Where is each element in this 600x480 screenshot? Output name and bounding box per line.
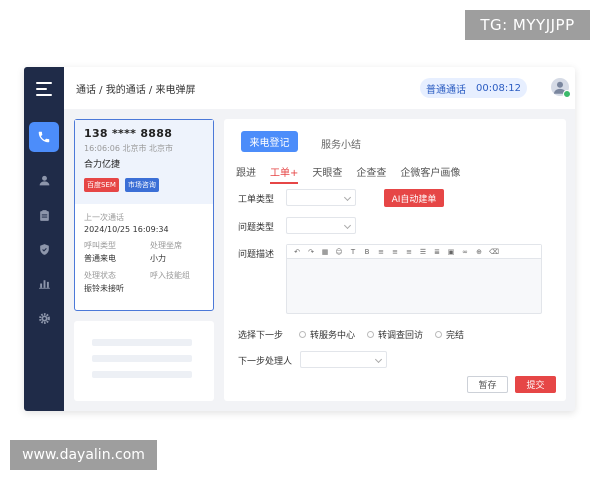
align-center-icon[interactable]: ≡ [391,248,399,256]
submit-button[interactable]: 提交 [515,376,556,393]
chevron-down-icon [374,355,383,364]
subtab-wecom-profile[interactable]: 企微客户画像 [400,164,460,184]
app-window: 通话 / 我的通话 / 来电弹屏 普通通话 00:08:12 138 **** … [24,67,575,411]
status-value: 振铃未接听 [84,284,124,293]
redo-icon[interactable]: ↷ [307,248,315,256]
ticket-type-label: 工单类型 [238,195,275,205]
subtab-follow-up[interactable]: 跟进 [236,164,256,184]
option-complete[interactable]: 完结 [435,328,464,341]
sidebar-item-settings[interactable] [29,303,59,333]
next-handler-label: 下一步处理人 [238,357,293,367]
caller-summary: 138 **** 8888 16:06:06 北京市 北京市 合力亿捷 百度SE… [75,120,213,204]
last-call-label: 上一次通话 [84,213,124,222]
align-right-icon[interactable]: ≡ [405,248,413,256]
agent-value: 小力 [150,254,166,263]
radio-circle [299,331,306,338]
sidebar-item-security[interactable] [29,234,59,264]
sidebar-item-contacts[interactable] [29,165,59,195]
link-icon[interactable]: ∞ [461,248,469,256]
chart-icon [38,279,50,289]
text-icon[interactable]: T [349,248,357,256]
format-icon[interactable]: ▦ [321,248,329,256]
next-step-label: 选择下一步 [238,331,284,341]
skeleton-line [92,355,192,362]
skill-group-label: 呼入技能组 [150,271,190,280]
menu-icon[interactable] [36,82,52,96]
avatar[interactable] [551,78,571,98]
ticket-type-select[interactable] [286,189,356,206]
chevron-down-icon [343,193,352,202]
image-icon[interactable]: ▣ [447,248,455,256]
issue-description-editor[interactable]: ↶ ↷ ▦ ☺ T B ≡ ≡ ≡ ☰ ≣ ▣ ∞ ⊕ ⌫ [286,244,542,314]
caller-company: 合力亿捷 [84,160,121,170]
list-icon[interactable]: ☰ [419,248,427,256]
agent-label: 处理坐席 [150,241,182,250]
indent-icon[interactable]: ≣ [433,248,441,256]
chevron-down-icon [343,221,352,230]
skeleton-line [92,371,192,378]
tab-call-register[interactable]: 来电登记 [241,131,298,152]
editor-toolbar: ↶ ↷ ▦ ☺ T B ≡ ≡ ≡ ☰ ≣ ▣ ∞ ⊕ ⌫ [287,245,541,259]
breadcrumb: 通话 / 我的通话 / 来电弹屏 [76,85,196,96]
delete-icon[interactable]: ⌫ [489,248,499,256]
next-step-options: 转服务中心 转调查回访 完结 [299,328,464,341]
last-call-value: 2024/10/25 16:09:34 [84,225,169,234]
save-draft-button[interactable]: 暂存 [467,376,508,393]
caller-details: 上一次通话 2024/10/25 16:09:34 呼叫类型 普通来电 处理坐席… [75,204,213,302]
sidebar-item-reports[interactable] [29,268,59,298]
option-label: 转调查回访 [378,331,424,341]
bold-icon[interactable]: B [363,248,371,256]
issue-type-select[interactable] [286,217,356,234]
call-type: 普通通话 [426,84,467,96]
gear-icon [38,312,50,324]
call-timer: 00:08:12 [476,82,521,94]
top-header: 通话 / 我的通话 / 来电弹屏 普通通话 00:08:12 [64,67,575,109]
emoji-icon[interactable]: ☺ [335,248,343,256]
sidebar-item-phone[interactable] [29,122,59,152]
subtab-ticket[interactable]: 工单+ [270,164,299,184]
undo-icon[interactable]: ↶ [293,248,301,256]
subtab-qichacha[interactable]: 企查查 [356,164,386,184]
radio-circle [367,331,375,338]
issue-type-label: 问题类型 [238,223,275,233]
radio-circle [435,331,443,338]
zoom-icon[interactable]: ⊕ [475,248,483,256]
align-left-icon[interactable]: ≡ [377,248,385,256]
tag-category: 市场咨询 [124,178,159,192]
option-service-center[interactable]: 转服务中心 [299,328,355,341]
sidebar-item-tickets[interactable] [29,200,59,230]
watermark-bottom: www.dayalin.com [10,440,157,470]
shield-icon [39,243,49,255]
caller-phone: 138 **** 8888 [84,127,173,140]
next-handler-select[interactable] [300,351,387,368]
call-type-value: 普通来电 [84,254,116,263]
skeleton-line [92,339,192,346]
sidebar [24,67,64,411]
ai-create-ticket-button[interactable]: AI自动建单 [384,189,444,207]
caller-card[interactable]: 138 **** 8888 16:06:06 北京市 北京市 合力亿捷 百度SE… [74,119,214,311]
caller-time-location: 16:06:06 北京市 北京市 [84,144,174,153]
ticket-panel: 来电登记 服务小结 跟进 工单+ 天眼查 企查查 企微客户画像 工单类型 AI自… [224,119,566,401]
phone-icon [38,131,50,143]
skeleton-card [74,321,214,401]
option-label: 转服务中心 [310,331,356,341]
issue-description-label: 问题描述 [238,250,275,260]
status-label: 处理状态 [84,271,116,280]
subtab-tianyancha[interactable]: 天眼查 [312,164,342,184]
call-status-pill: 普通通话 00:08:12 [420,78,527,98]
call-type-label: 呼叫类型 [84,241,116,250]
tag-source: 百度SEM [84,178,119,192]
watermark-top: TG: MYYJJPP [465,10,590,40]
subtabs: 跟进 工单+ 天眼查 企查查 企微客户画像 [236,164,460,184]
online-status-dot [563,90,571,98]
option-label: 完结 [446,331,465,341]
tab-service-summary[interactable]: 服务小结 [321,136,361,151]
user-icon [39,175,49,185]
clipboard-icon [39,209,49,221]
caller-tags: 百度SEM 市场咨询 [84,178,204,192]
option-survey-callback[interactable]: 转调查回访 [367,328,423,341]
